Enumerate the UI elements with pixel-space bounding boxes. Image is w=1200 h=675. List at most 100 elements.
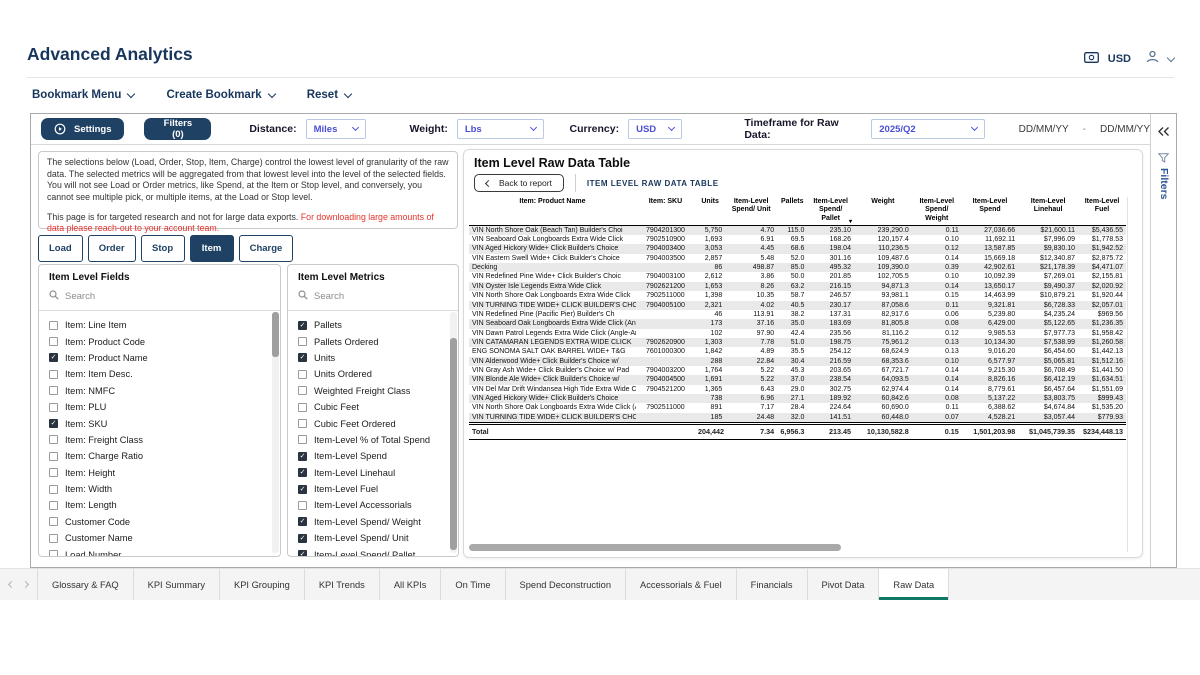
field-item[interactable]: Item: PLU <box>49 399 280 415</box>
level-button-charge[interactable]: Charge <box>239 235 294 262</box>
tab-glossary-faq[interactable]: Glossary & FAQ <box>38 569 134 600</box>
checkbox-unchecked[interactable] <box>298 337 307 346</box>
metric-item[interactable]: ✓Item-Level Spend <box>298 448 458 464</box>
tab-financials[interactable]: Financials <box>737 569 808 600</box>
currency-select[interactable]: USD <box>628 119 682 139</box>
checkbox-checked[interactable]: ✓ <box>298 452 307 461</box>
field-item[interactable]: ✓Item: Product Name <box>49 350 280 366</box>
tab-kpi-trends[interactable]: KPI Trends <box>305 569 380 600</box>
level-button-stop[interactable]: Stop <box>141 235 185 262</box>
tab-spend-deconstruction[interactable]: Spend Deconstruction <box>506 569 626 600</box>
field-item[interactable]: Item: Height <box>49 465 280 481</box>
table-row[interactable]: VIN Del Mar Drift Windansea High Tide Ex… <box>469 385 1126 394</box>
level-button-item[interactable]: Item <box>190 235 234 262</box>
column-header-item-product-name[interactable]: Item: Product Name <box>469 197 636 225</box>
metrics-scrollbar[interactable] <box>450 312 457 553</box>
metric-item[interactable]: ✓Units <box>298 350 458 366</box>
column-header-item-level-linehaul[interactable]: Item-Level Linehaul <box>1018 197 1078 225</box>
checkbox-checked[interactable]: ✓ <box>298 353 307 362</box>
filters-rail-label[interactable]: Filters <box>1158 168 1170 200</box>
column-header-item-level-spend-pallet[interactable]: Item-Level Spend/ Pallet▾ <box>807 197 854 225</box>
checkbox-unchecked[interactable] <box>49 485 58 494</box>
user-profile-icon[interactable] <box>1146 50 1159 68</box>
table-row[interactable]: VIN Oyster Isle Legends Extra Wide Click… <box>469 282 1126 291</box>
metric-item[interactable]: Weighted Freight Class <box>298 383 458 399</box>
column-header-pallets[interactable]: Pallets <box>777 197 807 225</box>
field-item[interactable]: Item: Item Desc. <box>49 366 280 382</box>
checkbox-unchecked[interactable] <box>49 550 58 557</box>
column-header-item-level-spend-weight[interactable]: Item-Level Spend/ Weight <box>912 197 962 225</box>
tab-all-kpis[interactable]: All KPIs <box>380 569 442 600</box>
scrollbar-thumb[interactable] <box>450 338 457 550</box>
table-tab-label[interactable]: ITEM LEVEL RAW DATA TABLE <box>587 179 719 188</box>
tab-on-time[interactable]: On Time <box>441 569 505 600</box>
bookmark-menu-bookmark-menu[interactable]: Bookmark Menu <box>32 89 134 101</box>
table-row[interactable]: VIN Redefined Pine (Pacific Pier) Builde… <box>469 310 1126 319</box>
table-vertical-scrollbar[interactable] <box>1127 197 1128 552</box>
bookmark-menu-reset[interactable]: Reset <box>307 89 351 101</box>
table-row[interactable]: VIN Aged Hickory Wide+ Click Builder's C… <box>469 394 1126 403</box>
table-row[interactable]: VIN Alderwood Wide+ Click Builder's Choi… <box>469 357 1126 366</box>
fields-scrollbar[interactable] <box>272 312 279 553</box>
field-item[interactable]: Load Number <box>49 546 280 557</box>
table-row[interactable]: VIN North Shore Oak (Beach Tan) Builder'… <box>469 225 1126 235</box>
field-item[interactable]: Item: Length <box>49 497 280 513</box>
metric-item[interactable]: Cubic Feet <box>298 399 458 415</box>
table-row[interactable]: VIN Gray Ash Wide+ Click Builder's Choic… <box>469 366 1126 375</box>
table-row[interactable]: VIN Seaboard Oak Longboards Extra Wide C… <box>469 319 1126 328</box>
field-item[interactable]: Item: Charge Ratio <box>49 448 280 464</box>
user-menu-chevron-icon[interactable] <box>1167 53 1175 61</box>
table-row[interactable]: VIN CATAMARAN LEGENDS EXTRA WIDE CLICK79… <box>469 338 1126 347</box>
checkbox-unchecked[interactable] <box>298 435 307 444</box>
field-item[interactable]: ✓Item: SKU <box>49 415 280 431</box>
field-item[interactable]: Customer Name <box>49 530 280 546</box>
previous-page-icon[interactable] <box>8 581 15 588</box>
metric-item[interactable]: Item-Level % of Total Spend <box>298 432 458 448</box>
column-header-weight[interactable]: Weight <box>854 197 912 225</box>
checkbox-checked[interactable]: ✓ <box>298 517 307 526</box>
metric-item[interactable]: ✓Item-Level Spend/ Pallet <box>298 546 458 557</box>
checkbox-unchecked[interactable] <box>298 370 307 379</box>
checkbox-unchecked[interactable] <box>49 370 58 379</box>
field-item[interactable]: Item: Width <box>49 481 280 497</box>
timeframe-select[interactable]: 2025/Q2 <box>871 119 984 139</box>
field-item[interactable]: Item: Line Item <box>49 317 280 333</box>
table-horizontal-scrollbar-thumb[interactable] <box>469 544 841 551</box>
table-row[interactable]: VIN Blonde Ale Wide+ Click Builder's Cho… <box>469 375 1126 384</box>
checkbox-checked[interactable]: ✓ <box>298 468 307 477</box>
column-header-item-level-fuel[interactable]: Item-Level Fuel <box>1078 197 1126 225</box>
field-item[interactable]: Item: NMFC <box>49 383 280 399</box>
checkbox-checked[interactable]: ✓ <box>298 550 307 557</box>
metric-item[interactable]: Item-Level Accessorials <box>298 497 458 513</box>
tab-raw-data[interactable]: Raw Data <box>879 569 949 600</box>
table-row[interactable]: VIN TURNING TIDE WIDE+ CLICK BUILDER'S C… <box>469 413 1126 424</box>
metric-item[interactable]: Pallets Ordered <box>298 333 458 349</box>
metric-item[interactable]: ✓Pallets <box>298 317 458 333</box>
field-item[interactable]: Item: Freight Class <box>49 432 280 448</box>
table-row[interactable]: VIN Aged Hickory Wide+ Click Builder's C… <box>469 244 1126 253</box>
column-header-item-level-spend[interactable]: Item-Level Spend <box>962 197 1019 225</box>
checkbox-checked[interactable]: ✓ <box>298 485 307 494</box>
checkbox-unchecked[interactable] <box>49 337 58 346</box>
checkbox-unchecked[interactable] <box>49 403 58 412</box>
column-header-units[interactable]: Units <box>695 197 725 225</box>
back-to-report-button[interactable]: Back to report <box>474 174 564 192</box>
tab-kpi-grouping[interactable]: KPI Grouping <box>220 569 305 600</box>
checkbox-checked[interactable]: ✓ <box>298 321 307 330</box>
level-button-order[interactable]: Order <box>88 235 136 262</box>
date-to-field[interactable]: DD/MM/YY <box>1100 124 1150 135</box>
distance-select[interactable]: Miles <box>306 119 366 139</box>
column-header-item-level-spend-unit[interactable]: Item-Level Spend/ Unit <box>725 197 777 225</box>
table-row[interactable]: VIN TURNING TIDE WIDE+ CLICK BUILDER'S C… <box>469 301 1126 310</box>
column-header-item-sku[interactable]: Item: SKU <box>636 197 695 225</box>
tab-kpi-summary[interactable]: KPI Summary <box>134 569 220 600</box>
checkbox-unchecked[interactable] <box>49 517 58 526</box>
level-button-load[interactable]: Load <box>38 235 83 262</box>
metric-item[interactable]: ✓Item-Level Spend/ Unit <box>298 530 458 546</box>
metric-item[interactable]: ✓Item-Level Spend/ Weight <box>298 514 458 530</box>
checkbox-unchecked[interactable] <box>49 534 58 543</box>
checkbox-unchecked[interactable] <box>49 452 58 461</box>
checkbox-unchecked[interactable] <box>49 386 58 395</box>
metric-item[interactable]: Units Ordered <box>298 366 458 382</box>
checkbox-unchecked[interactable] <box>49 501 58 510</box>
